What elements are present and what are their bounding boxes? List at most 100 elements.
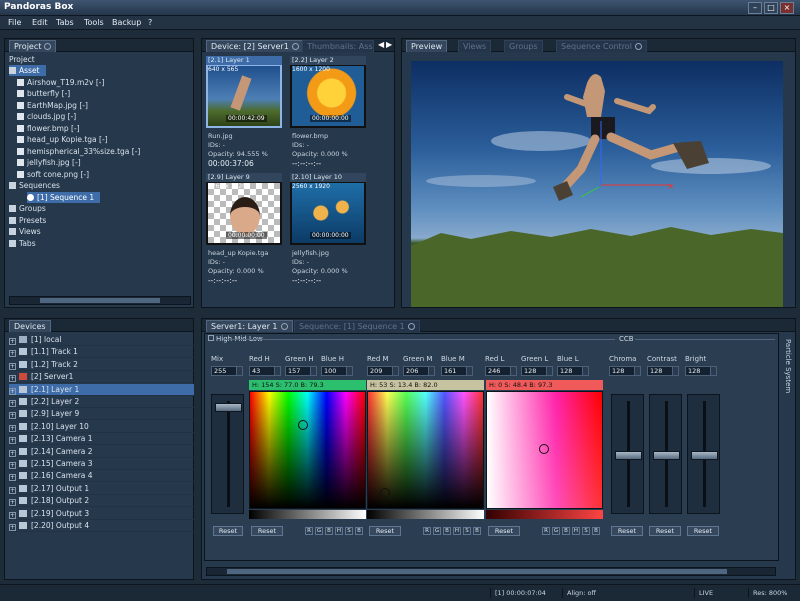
device-row[interactable]: + [2.1] Layer 1 bbox=[9, 383, 194, 396]
tab-devices[interactable]: Devices bbox=[9, 320, 51, 332]
ccb-fader[interactable] bbox=[611, 394, 644, 514]
channel-toggle-button[interactable]: H bbox=[572, 527, 580, 535]
color-value-input[interactable]: 209 bbox=[367, 366, 399, 376]
color-value-input[interactable]: 128 bbox=[557, 366, 589, 376]
device-row[interactable]: + [2.15] Camera 3 bbox=[9, 458, 194, 470]
channel-toggle-button[interactable]: S bbox=[582, 527, 590, 535]
tab-close-icon[interactable] bbox=[634, 43, 642, 50]
spin-icon[interactable] bbox=[346, 367, 352, 375]
menu-edit[interactable]: Edit bbox=[32, 18, 48, 27]
gray-gradient-bar[interactable] bbox=[486, 510, 603, 519]
ccb-reset-button[interactable]: Reset bbox=[611, 526, 643, 536]
tree-item[interactable]: head_up Kopie.tga [-] bbox=[17, 134, 108, 145]
maximize-button[interactable]: □ bbox=[764, 2, 778, 14]
spin-icon[interactable] bbox=[392, 367, 398, 375]
device-row[interactable]: + [2.14] Camera 2 bbox=[9, 446, 194, 458]
color-value-input[interactable]: 100 bbox=[321, 366, 353, 376]
tab-close-icon[interactable] bbox=[280, 323, 288, 330]
menu-backup[interactable]: Backup bbox=[112, 18, 141, 27]
layer-thumbnail[interactable]: [2.10] Layer 10 2560 x 1920 00:00:00:00 jel… bbox=[288, 173, 368, 287]
layer-thumbnail[interactable]: [2.9] Layer 9 1263 x 1020 00:00:00:00 head_… bbox=[204, 173, 284, 287]
mix-input[interactable]: 255 bbox=[211, 366, 243, 376]
picker-cursor-icon[interactable] bbox=[380, 488, 390, 498]
spin-icon[interactable] bbox=[274, 367, 280, 375]
channel-toggle-button[interactable]: G bbox=[315, 527, 323, 535]
minimize-button[interactable]: – bbox=[748, 2, 762, 14]
ccb-reset-button[interactable]: Reset bbox=[649, 526, 681, 536]
color-value-input[interactable]: 43 bbox=[249, 366, 281, 376]
tab-project[interactable]: Project bbox=[9, 40, 57, 52]
tab-close-icon[interactable] bbox=[291, 43, 299, 50]
menu-file[interactable]: File bbox=[8, 18, 21, 27]
scroll-thumb[interactable] bbox=[40, 298, 160, 303]
fader-knob[interactable] bbox=[615, 451, 642, 460]
device-row[interactable]: + [2.17] Output 1 bbox=[9, 483, 194, 495]
expand-icon[interactable]: + bbox=[9, 350, 16, 358]
device-row[interactable]: + [2.16] Camera 4 bbox=[9, 470, 194, 483]
tree-item[interactable]: Views bbox=[9, 226, 41, 237]
color-value-input[interactable]: 206 bbox=[403, 366, 435, 376]
tree-item[interactable]: Airshow_T19.m2v [-] bbox=[17, 77, 104, 88]
tree-item[interactable]: EarthMap.jpg [-] bbox=[17, 100, 88, 111]
expand-icon[interactable]: + bbox=[9, 338, 16, 345]
layer-scrollbar[interactable] bbox=[206, 567, 776, 576]
ccb-value-input[interactable]: 128 bbox=[647, 366, 679, 376]
channel-toggle-button[interactable]: B bbox=[473, 527, 481, 535]
tab-device-server1[interactable]: Device: [2] Server1 bbox=[206, 40, 304, 52]
tab-scroll-right-icon[interactable]: ▶ bbox=[386, 40, 392, 49]
device-row[interactable]: + [2.10] Layer 10 bbox=[9, 421, 194, 433]
channel-toggle-button[interactable]: S bbox=[345, 527, 353, 535]
menu-tools[interactable]: Tools bbox=[84, 18, 104, 27]
device-row[interactable]: + [2] Server1 bbox=[9, 371, 194, 384]
mix-reset-button[interactable]: Reset bbox=[213, 526, 243, 536]
gray-gradient-bar[interactable] bbox=[249, 510, 366, 519]
expand-icon[interactable]: + bbox=[9, 412, 16, 420]
ccb-fader[interactable] bbox=[649, 394, 682, 514]
expand-icon[interactable]: + bbox=[9, 499, 16, 507]
expand-icon[interactable]: + bbox=[9, 486, 16, 494]
fader-knob[interactable] bbox=[653, 451, 680, 460]
device-row[interactable]: + [1] local bbox=[9, 334, 194, 346]
tab-close-icon[interactable] bbox=[44, 43, 52, 50]
expand-icon[interactable]: + bbox=[9, 524, 16, 531]
tab-preview[interactable]: Preview bbox=[406, 40, 448, 52]
menu-help[interactable]: ? bbox=[148, 18, 152, 27]
tree-item[interactable]: Groups bbox=[9, 203, 46, 214]
tree-item[interactable]: Tabs bbox=[9, 238, 36, 249]
channel-toggle-button[interactable]: R bbox=[542, 527, 550, 535]
group-checkbox-icon[interactable] bbox=[208, 335, 214, 341]
expand-icon[interactable]: + bbox=[9, 511, 16, 519]
mix-fader[interactable] bbox=[211, 394, 244, 514]
ccb-value-input[interactable]: 128 bbox=[685, 366, 717, 376]
device-row[interactable]: + [2.13] Camera 1 bbox=[9, 433, 194, 446]
color-value-input[interactable]: 128 bbox=[521, 366, 553, 376]
close-button[interactable]: × bbox=[780, 2, 794, 14]
channel-toggle-button[interactable]: G bbox=[552, 527, 560, 535]
project-scrollbar[interactable] bbox=[9, 296, 191, 305]
fader-knob[interactable] bbox=[215, 403, 242, 412]
channel-toggle-button[interactable]: H bbox=[335, 527, 343, 535]
spin-icon[interactable] bbox=[466, 367, 472, 375]
tree-item[interactable]: jellyfish.jpg [-] bbox=[17, 157, 81, 168]
expand-icon[interactable]: + bbox=[9, 424, 16, 432]
tab-close-icon[interactable] bbox=[407, 323, 415, 330]
picker-cursor-icon[interactable] bbox=[539, 444, 549, 454]
spin-icon[interactable] bbox=[236, 367, 242, 375]
channel-toggle-button[interactable]: B bbox=[562, 527, 570, 535]
spin-icon[interactable] bbox=[582, 367, 588, 375]
tree-item[interactable]: clouds.jpg [-] bbox=[17, 111, 76, 122]
expand-icon[interactable]: + bbox=[9, 387, 16, 395]
expand-icon[interactable]: + bbox=[9, 362, 16, 370]
device-row[interactable]: + [1.2] Track 2 bbox=[9, 359, 194, 371]
color-picker-area[interactable] bbox=[249, 391, 366, 509]
color-value-input[interactable]: 246 bbox=[485, 366, 517, 376]
layer-thumbnail[interactable]: [2.1] Layer 1 640 x 565 00:00:42:09 Run.jpg… bbox=[204, 56, 284, 170]
tree-item[interactable]: soft cone.png [-] bbox=[17, 169, 89, 180]
tree-item[interactable]: Sequences bbox=[9, 180, 60, 191]
spin-icon[interactable] bbox=[672, 367, 678, 375]
expand-icon[interactable]: + bbox=[9, 400, 16, 407]
channel-toggle-button[interactable]: H bbox=[453, 527, 461, 535]
expand-icon[interactable]: + bbox=[9, 375, 16, 383]
device-row[interactable]: + [2.9] Layer 9 bbox=[9, 408, 194, 421]
picker-reset-button[interactable]: Reset bbox=[369, 526, 401, 536]
